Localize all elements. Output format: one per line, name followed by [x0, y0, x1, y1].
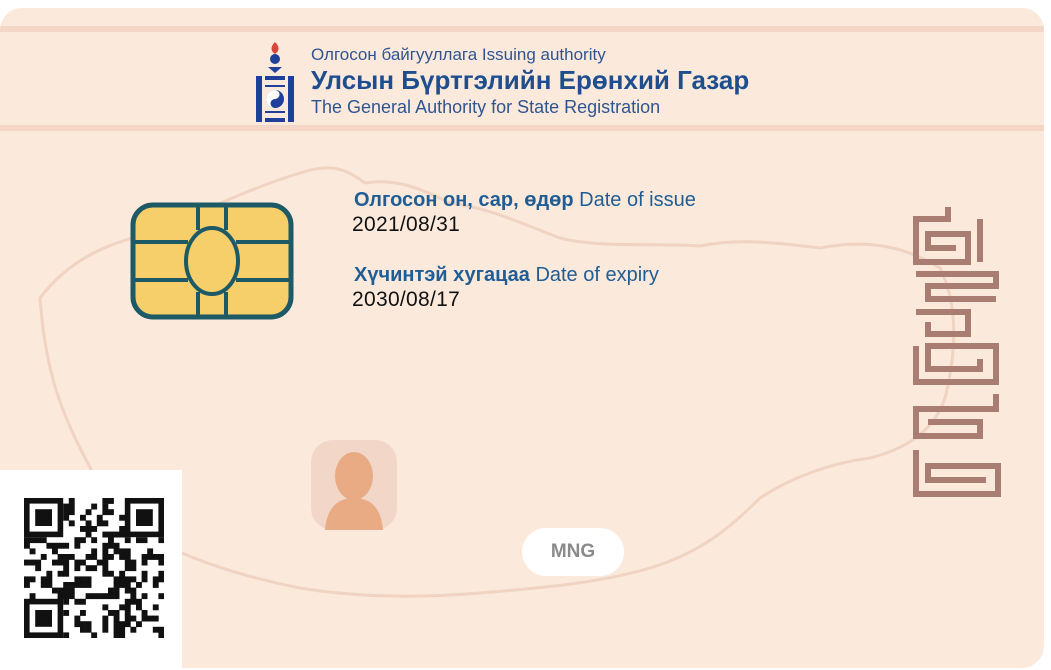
- date-of-issue-label-mn: Олгосон он, сар, өдөр: [354, 189, 574, 211]
- header-band-bottom: [0, 125, 1044, 131]
- country-code-badge: MNG: [522, 528, 624, 576]
- issuing-authority-name-mn: Улсын Бүртгэлийн Ерөнхий Газар: [311, 65, 750, 95]
- issuing-authority-label: Олгосон байгууллага Issuing authority: [311, 45, 606, 64]
- mongolian-script-seal: [913, 207, 1001, 497]
- smart-chip-icon: [130, 202, 294, 320]
- date-of-expiry-value: 2030/08/17: [352, 288, 461, 311]
- header-band-top: [0, 26, 1044, 32]
- soyombo-emblem-icon: [256, 42, 294, 122]
- date-of-issue-label-en: Date of issue: [579, 189, 696, 211]
- date-of-issue-label: Олгосон он, сар, өдөр Date of issue: [354, 189, 696, 212]
- portrait-silhouette-icon: [311, 440, 397, 530]
- date-of-issue-value: 2021/08/31: [352, 213, 461, 236]
- issuing-authority-name-en: The General Authority for State Registra…: [311, 97, 661, 117]
- date-of-expiry-label: Хүчинтэй хугацаа Date of expiry: [354, 264, 659, 287]
- date-of-expiry-label-en: Date of expiry: [535, 264, 659, 286]
- date-of-expiry-label-mn: Хүчинтэй хугацаа: [354, 264, 530, 286]
- qr-code: [24, 498, 164, 638]
